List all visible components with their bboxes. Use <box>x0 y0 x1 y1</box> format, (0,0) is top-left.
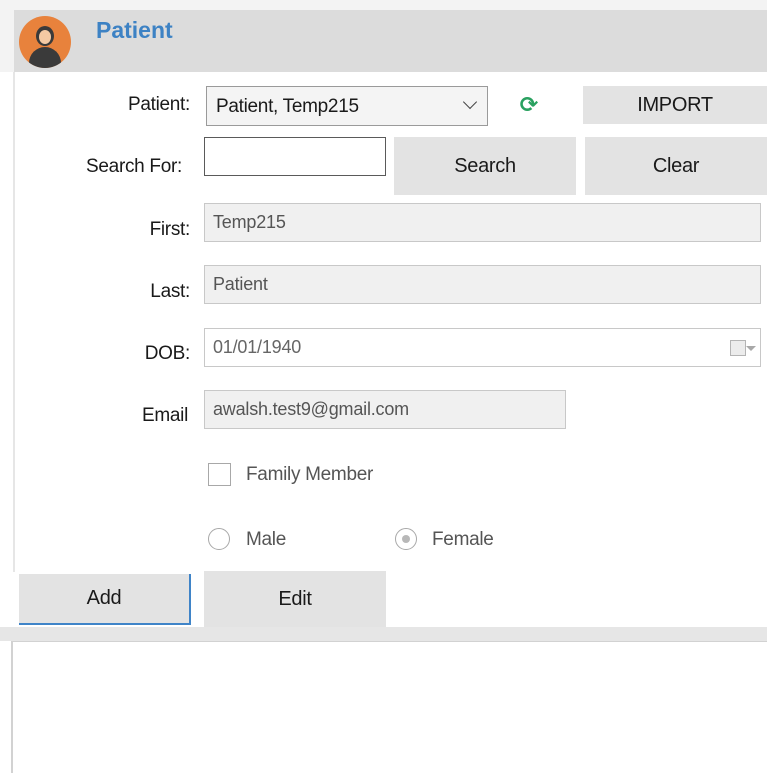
family-member-label: Family Member <box>246 464 374 485</box>
divider <box>0 627 767 641</box>
search-button[interactable]: Search <box>394 137 576 195</box>
refresh-icon[interactable]: ⟳ <box>514 88 544 122</box>
clear-button[interactable]: Clear <box>585 137 767 195</box>
patient-label: Patient: <box>127 94 190 115</box>
page-title: Patient <box>96 17 173 43</box>
patient-select[interactable]: Patient, Temp215 <box>206 86 488 126</box>
import-button[interactable]: IMPORT <box>583 86 767 124</box>
email-field[interactable]: awalsh.test9@gmail.com <box>204 390 566 429</box>
search-input[interactable] <box>204 137 386 176</box>
add-button[interactable]: Add <box>19 574 191 625</box>
dob-value: 01/01/1940 <box>213 337 302 357</box>
dob-label: DOB: <box>144 343 191 364</box>
patient-select-value: Patient, Temp215 <box>216 96 359 117</box>
search-for-label: Search For: <box>86 156 182 177</box>
first-label: First: <box>149 219 191 240</box>
last-name-field[interactable]: Patient <box>204 265 761 304</box>
family-member-checkbox[interactable] <box>208 463 231 486</box>
email-label: Email <box>141 405 188 426</box>
male-label: Male <box>246 529 286 550</box>
dob-field[interactable]: 01/01/1940 <box>204 328 761 367</box>
female-label: Female <box>432 529 494 550</box>
last-label: Last: <box>150 281 190 302</box>
female-radio[interactable] <box>395 528 417 550</box>
chevron-down-icon[interactable] <box>746 346 756 351</box>
left-border <box>13 72 15 572</box>
calendar-icon[interactable] <box>730 340 746 356</box>
chevron-down-icon <box>462 94 478 110</box>
first-name-field[interactable]: Temp215 <box>204 203 761 242</box>
header-bar: Patient <box>0 0 767 72</box>
male-radio[interactable] <box>208 528 230 550</box>
patient-avatar-icon <box>19 16 71 68</box>
edit-button[interactable]: Edit <box>204 571 386 627</box>
results-panel <box>11 641 767 773</box>
